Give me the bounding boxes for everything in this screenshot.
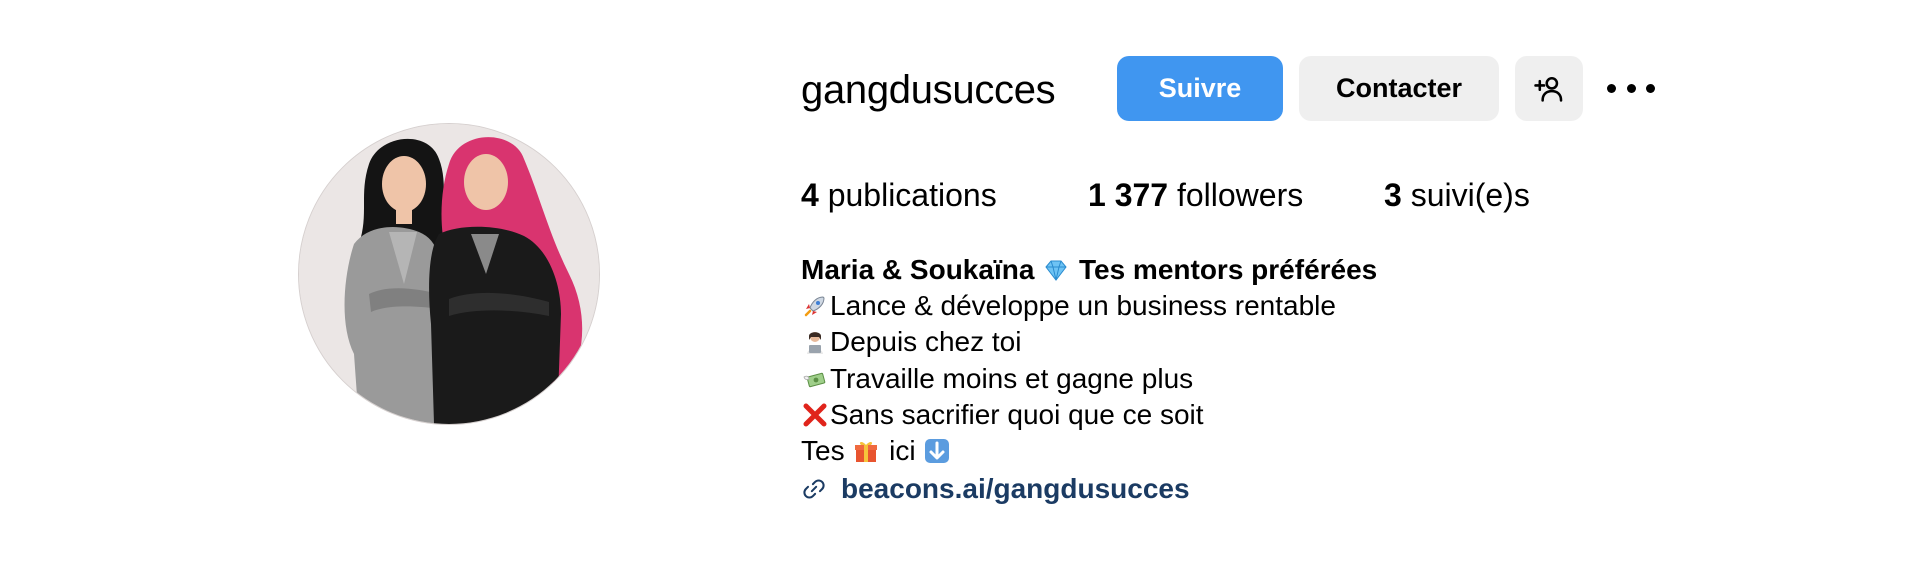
avatar-illustration (299, 124, 599, 424)
bio-name: Maria & Soukaïna (801, 254, 1035, 285)
profile-avatar[interactable] (298, 123, 600, 425)
gift-icon (852, 437, 880, 465)
followers-label: followers (1176, 177, 1304, 213)
bio-gift-line: Tes ici (801, 433, 1377, 469)
posts-stat: 4 publications (801, 175, 997, 215)
bio-line-text: Lance & développe un business rentable (830, 290, 1336, 322)
username: gangdusucces (801, 68, 1056, 112)
bio-line: Travaille moins et gagne plus (801, 361, 1377, 397)
money-wings-icon (801, 365, 829, 393)
bio-gift-prefix: Tes (801, 434, 845, 466)
contact-button[interactable]: Contacter (1299, 56, 1499, 121)
person-plus-icon (1534, 76, 1563, 102)
bio-name-line: Maria & Soukaïna Tes mentors préférées (801, 252, 1377, 288)
down-arrow-icon (923, 437, 951, 465)
posts-count: 4 (801, 177, 819, 213)
bio-tagline: Tes mentors préférées (1078, 254, 1378, 285)
bio-line: Depuis chez toi (801, 324, 1377, 360)
red-cross-icon (801, 401, 829, 429)
following-count: 3 (1384, 177, 1402, 213)
suggest-user-button[interactable] (1515, 56, 1583, 121)
more-dot (1626, 83, 1636, 93)
bio-gift-suffix: ici (889, 434, 916, 466)
bio-line: Lance & développe un business rentable (801, 288, 1377, 324)
link-icon (801, 476, 827, 502)
bio-link-line[interactable]: beacons.ai/gangdusucces (801, 471, 1377, 507)
bio-line: Sans sacrifier quoi que ce soit (801, 397, 1377, 433)
gem-icon (1042, 256, 1070, 284)
followers-count: 1 377 (1088, 177, 1169, 213)
rocket-icon (801, 292, 829, 320)
following-label: suivi(e)s (1410, 177, 1530, 213)
profile-header: gangdusucces Suivre Contacter 4 publicat… (0, 0, 1920, 568)
followers-stat[interactable]: 1 377 followers (1088, 175, 1303, 215)
more-dot (1646, 83, 1655, 93)
following-stat[interactable]: 3 suivi(e)s (1384, 175, 1530, 215)
profile-bio: Maria & Soukaïna Tes mentors préférées L… (801, 252, 1377, 507)
bio-link[interactable]: beacons.ai/gangdusucces (841, 471, 1190, 507)
more-options-icon[interactable] (1607, 70, 1655, 106)
follow-button[interactable]: Suivre (1117, 56, 1283, 121)
bio-line-text: Sans sacrifier quoi que ce soit (830, 398, 1204, 430)
posts-label: publications (827, 177, 997, 213)
bio-line-text: Travaille moins et gagne plus (830, 362, 1194, 394)
bio-line-text: Depuis chez toi (830, 326, 1022, 358)
woman-laptop-icon (801, 328, 829, 356)
more-dot (1607, 83, 1616, 93)
